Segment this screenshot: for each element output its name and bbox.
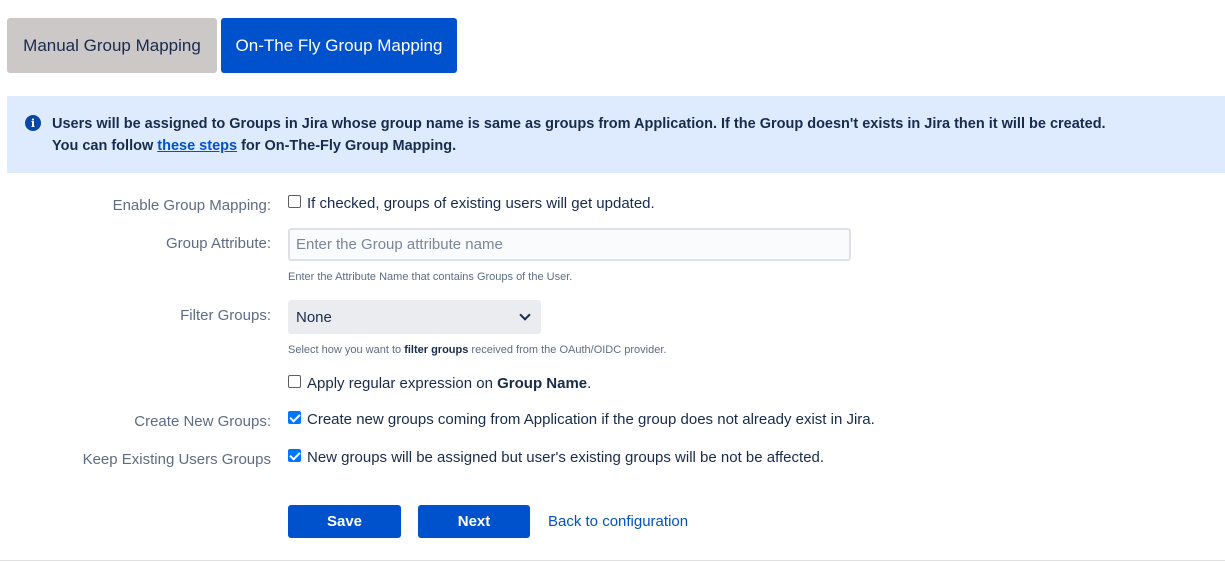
filter-groups-selected-value: None — [296, 309, 332, 326]
info-line-2-suffix: for On-The-Fly Group Mapping. — [237, 138, 457, 154]
tab-manual-group-mapping[interactable]: Manual Group Mapping — [7, 18, 217, 73]
save-button[interactable]: Save — [288, 505, 401, 538]
filter-groups-label: Filter Groups: — [180, 307, 271, 324]
filter-groups-help-bold: filter groups — [404, 344, 469, 356]
info-line-1: Users will be assigned to Groups in Jira… — [52, 116, 1106, 132]
these-steps-link[interactable]: these steps — [157, 138, 237, 154]
filter-groups-help-suffix: received from the OAuth/OIDC provider. — [468, 344, 667, 356]
info-line-2-prefix: You can follow — [52, 138, 158, 154]
enable-group-mapping-label: Enable Group Mapping: — [112, 197, 271, 214]
next-button-label: Next — [457, 513, 491, 530]
tab-manual-label: Manual Group Mapping — [23, 35, 201, 55]
regex-text: Apply regular expression on Group Name. — [307, 375, 591, 392]
save-button-label: Save — [326, 513, 363, 530]
regex-checkbox[interactable] — [288, 375, 301, 388]
info-banner: i Users will be assigned to Groups in Ji… — [7, 96, 1225, 173]
keep-existing-groups-text: New groups will be assigned but user's e… — [307, 449, 825, 466]
tab-on-the-fly-group-mapping[interactable]: On-The Fly Group Mapping — [221, 18, 457, 73]
create-new-groups-label: Create New Groups: — [134, 413, 271, 430]
regex-text-bold: Group Name — [497, 375, 588, 392]
filter-groups-help-prefix: Select how you want to — [288, 344, 405, 356]
info-line-2: You can follow these steps for On-The-Fl… — [52, 135, 1202, 157]
bottom-divider — [0, 560, 1225, 561]
keep-existing-groups-checkbox[interactable] — [288, 449, 301, 462]
next-button[interactable]: Next — [418, 505, 530, 538]
group-attribute-label: Group Attribute: — [165, 235, 271, 252]
group-attribute-help: Enter the Attribute Name that contains G… — [288, 271, 573, 283]
filter-groups-select[interactable]: None — [288, 300, 541, 334]
regex-text-suffix: . — [587, 375, 592, 392]
info-text: Users will be assigned to Groups in Jira… — [52, 113, 1202, 157]
chevron-down-icon — [519, 309, 531, 321]
enable-group-mapping-text: If checked, groups of existing users wil… — [307, 195, 655, 212]
regex-text-prefix: Apply regular expression on — [307, 375, 498, 392]
info-icon: i — [25, 115, 41, 131]
back-to-configuration-link[interactable]: Back to configuration — [548, 513, 688, 530]
filter-groups-help: Select how you want to filter groups rec… — [288, 344, 666, 356]
create-new-groups-text: Create new groups coming from Applicatio… — [307, 411, 875, 428]
enable-group-mapping-checkbox[interactable] — [288, 195, 301, 208]
group-attribute-input[interactable] — [288, 228, 851, 261]
keep-existing-groups-label: Keep Existing Users Groups — [82, 451, 271, 468]
create-new-groups-checkbox[interactable] — [288, 411, 301, 424]
tab-on-the-fly-label: On-The Fly Group Mapping — [235, 35, 443, 55]
